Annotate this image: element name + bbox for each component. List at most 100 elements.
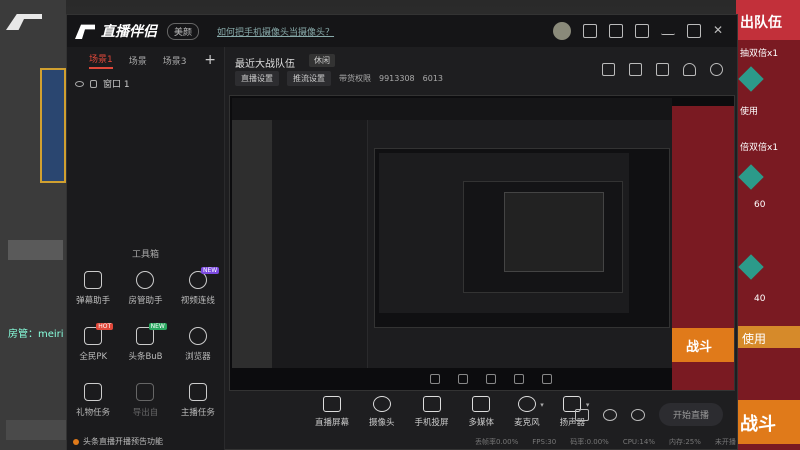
window-controls: ✕	[553, 22, 727, 40]
maximize-icon[interactable]	[687, 24, 701, 38]
brand-name: 直播伴侣	[101, 24, 157, 40]
camera-icon	[372, 396, 391, 412]
room-id: 9913308	[379, 74, 415, 83]
tool-browser[interactable]: 浏览器	[172, 327, 224, 369]
task-icon	[188, 383, 207, 401]
browser-icon	[188, 327, 207, 345]
minimize-icon[interactable]	[661, 27, 675, 35]
use-button[interactable]: 使用	[736, 326, 800, 348]
brand-logo-icon	[75, 24, 95, 39]
gem-icon	[738, 66, 764, 92]
preview-notice[interactable]: 头条直播开播预告功能	[73, 436, 163, 447]
media-icon	[472, 396, 491, 412]
shirt-icon[interactable]	[635, 24, 649, 38]
edition-badge[interactable]: 美颜	[167, 22, 200, 40]
tool-admin[interactable]: 房管助手	[119, 271, 171, 313]
preview-inner-window	[463, 181, 623, 293]
left-panel: 场景1 场景 场景3 + 窗口 1 工具箱 弹幕助手 房管助手 NEW 视频连线 …	[67, 47, 225, 450]
header-icons	[602, 63, 723, 76]
status-cpu: CPU:14%	[622, 438, 655, 446]
gem-icon	[738, 164, 764, 190]
tool-pk[interactable]: HOT 全民PK	[67, 323, 119, 369]
toolbar-right: 开始直播	[574, 403, 723, 426]
preview-innermost-window	[504, 192, 604, 272]
screen-capture-button[interactable]: 直播屏幕	[315, 396, 349, 428]
preview-recursive-window	[232, 98, 672, 368]
tool-grid: 弹幕助手 房管助手 NEW 视频连线 HOT 全民PK NEW 头条BuB 浏览器 礼…	[67, 267, 224, 425]
camera-button[interactable]: 摄像头	[369, 396, 395, 428]
add-scene-icon[interactable]: +	[204, 52, 216, 68]
scene-tabs: 场景1 场景 场景3 +	[67, 47, 224, 73]
stream-preview[interactable]: 战斗	[229, 95, 735, 391]
preview-mini-toolbar	[430, 374, 552, 384]
right-item: 使用	[740, 107, 759, 117]
live-settings-button[interactable]: 直播设置	[235, 71, 279, 86]
gift-icon[interactable]	[609, 24, 623, 38]
preview-fight-label: 战斗	[672, 328, 734, 362]
stream-settings-button[interactable]: 推流设置	[287, 71, 331, 86]
tab-scene-2[interactable]: 场景	[129, 54, 147, 67]
mini-icon	[542, 374, 552, 384]
game-chip	[8, 240, 63, 260]
help-link[interactable]: 如何把手机摄像头当摄像头？	[217, 25, 334, 38]
lock-icon[interactable]	[629, 63, 642, 76]
gear-icon[interactable]	[630, 408, 645, 421]
mic-button[interactable]: ▾ 麦克风	[514, 396, 544, 428]
tool-task[interactable]: 主播任务	[172, 383, 224, 425]
right-item: 倍双倍x1	[740, 143, 779, 153]
right-item: 抽双倍x1	[740, 49, 779, 59]
phone-cast-button[interactable]: 手机投屏	[415, 396, 449, 428]
preview-game-side: 战斗	[672, 106, 734, 390]
commerce-label: 带货权限	[339, 74, 371, 83]
share-icon[interactable]	[710, 63, 723, 76]
window-icon[interactable]	[602, 63, 615, 76]
avatar[interactable]	[553, 22, 571, 40]
mic-icon: ▾	[517, 396, 544, 412]
title-bar: 直播伴侣 美颜 如何把手机摄像头当摄像头？ ✕	[67, 15, 737, 47]
source-toolbar: 直播屏幕 摄像头 手机投屏 多媒体 ▾ 麦克风 ▾ 扬声器 开始直播	[225, 387, 737, 437]
bell-icon[interactable]	[683, 63, 696, 76]
notice-dot-icon	[73, 438, 79, 445]
mini-icon	[458, 374, 468, 384]
close-icon[interactable]: ✕	[713, 24, 727, 38]
status-dropped-frames: 丢帧率0.00%	[475, 438, 519, 446]
tab-scene-1[interactable]: 场景1	[89, 52, 113, 69]
start-live-button[interactable]: 开始直播	[658, 403, 723, 426]
tools-title: 工具箱	[131, 250, 159, 260]
game-strip	[6, 420, 66, 440]
tool-download[interactable]: 导出自	[119, 383, 171, 425]
lock-icon[interactable]	[90, 79, 97, 88]
game-right-panel: 出队伍 抽双倍x1 使用 倍双倍x1 60 40 使用 战斗	[736, 0, 800, 450]
scene-item[interactable]: 窗口 1	[67, 73, 224, 94]
eye-icon[interactable]	[75, 80, 84, 87]
danmaku-icon	[84, 271, 103, 289]
tool-danmaku[interactable]: 弹幕助手	[67, 271, 119, 313]
record-icon[interactable]	[574, 408, 589, 421]
brand: 直播伴侣 美颜	[75, 21, 200, 41]
right-item: 60	[754, 200, 766, 210]
layout-icon[interactable]	[656, 63, 669, 76]
tab-scene-3[interactable]: 场景3	[163, 54, 187, 67]
media-button[interactable]: 多媒体	[469, 396, 494, 428]
status-bar: 丢帧率0.00% FPS:30 码率:0.00% CPU:14% 内存:25% …	[225, 435, 737, 449]
fight-button[interactable]: 战斗	[736, 400, 800, 444]
preview-sub-window	[374, 148, 670, 328]
status-fps: FPS:30	[532, 438, 557, 446]
mini-icon	[430, 374, 440, 384]
scene-item-label: 窗口 1	[103, 80, 130, 90]
tool-gift-task[interactable]: 礼物任务	[67, 383, 119, 425]
room-title[interactable]: 最近大战队伍	[235, 55, 295, 70]
message-icon[interactable]	[583, 24, 597, 38]
right-banner: 出队伍	[736, 0, 800, 40]
tool-video-link[interactable]: NEW 视频连线	[172, 267, 224, 313]
tool-headline[interactable]: NEW 头条BuB	[119, 323, 171, 369]
download-icon	[136, 383, 155, 401]
chevron-down-icon[interactable]: ▾	[540, 401, 544, 409]
status-live: 未开播	[714, 438, 736, 446]
preview-nested-window	[379, 153, 629, 313]
game-card	[40, 68, 66, 183]
game-left-panel: 房管：meiri	[0, 0, 66, 450]
clip-icon[interactable]	[602, 408, 617, 421]
gem-icon	[738, 254, 764, 280]
room-category[interactable]: 休闲	[309, 54, 335, 67]
